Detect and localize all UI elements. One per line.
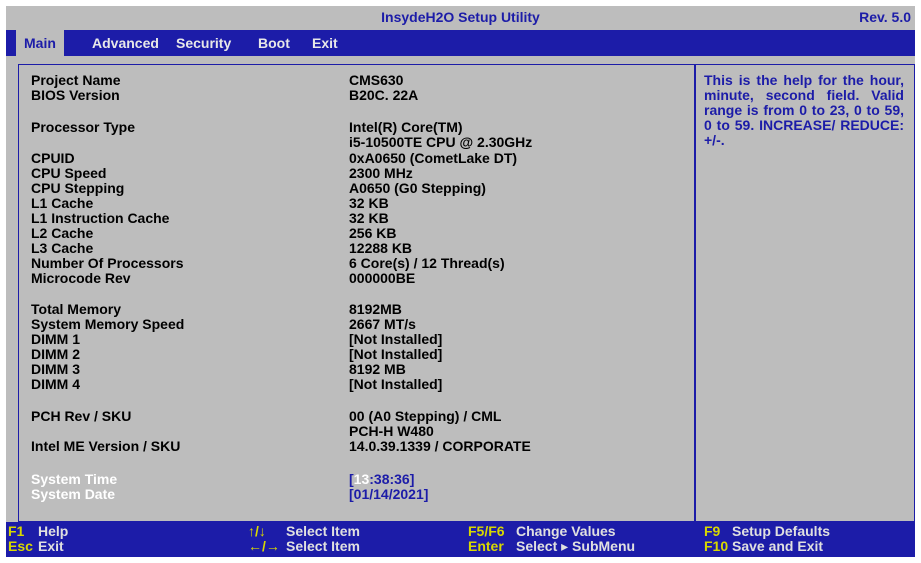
f9-desc: Setup Defaults [732,523,831,539]
pch-rev-value: 00 (A0 Stepping) / CML [349,408,502,424]
l1-cache-value: 32 KB [349,195,389,211]
updown-desc: Select Item [286,523,360,539]
f5f6-desc: Change Values [516,523,616,539]
leftright-key: ←/→ [248,538,280,554]
l1-instruction-cache-value: 32 KB [349,210,389,226]
dimm3-label: DIMM 3 [31,361,80,377]
system-time-label[interactable]: System Time [31,472,117,487]
system-time-hour[interactable]: 13 [354,471,370,487]
tab-main[interactable]: Main [16,30,64,56]
cpu-speed-label: CPU Speed [31,165,107,181]
f1-key: F1 [8,523,25,539]
system-time-field[interactable]: [13:38:36] [349,472,414,487]
tab-exit[interactable]: Exit [304,30,346,56]
key-legend: F1 Help Esc Exit ↑/↓ Select Item ←/→ Sel… [6,522,915,557]
processor-type-label: Processor Type [31,119,136,135]
f10-key: F10 [704,538,729,554]
dimm2-value: [Not Installed] [349,346,443,362]
main-panel: Project Name CMS630 BIOS Version B20C. 2… [18,64,695,522]
tab-boot[interactable]: Boot [250,30,298,56]
l3-cache-value: 12288 KB [349,240,413,256]
bios-version-value: B20C. 22A [349,87,419,103]
cpuid-label: CPUID [31,150,75,166]
dimm1-value: [Not Installed] [349,331,443,347]
updown-key: ↑/↓ [248,523,266,539]
dimm1-label: DIMM 1 [31,331,80,347]
f10-desc: Save and Exit [732,538,824,554]
project-name-label: Project Name [31,72,121,88]
revision-label: Rev. 5.0 [859,9,911,25]
esc-key: Esc [8,538,33,554]
pch-rev-label: PCH Rev / SKU [31,408,132,424]
l1-instruction-cache-label: L1 Instruction Cache [31,210,170,226]
cpuid-value: 0xA0650 (CometLake DT) [349,150,518,166]
system-memory-speed-value: 2667 MT/s [349,316,416,332]
esc-desc: Exit [38,538,64,554]
dimm2-label: DIMM 2 [31,346,80,362]
intel-me-label: Intel ME Version / SKU [31,438,181,454]
system-time-rest[interactable]: :38:36] [369,471,414,487]
total-memory-label: Total Memory [31,301,121,317]
pch-rev-value-line2: PCH-H W480 [349,423,434,439]
dimm4-value: [Not Installed] [349,376,443,392]
cpu-speed-value: 2300 MHz [349,165,413,181]
bios-version-label: BIOS Version [31,87,120,103]
f5f6-key: F5/F6 [468,523,505,539]
enter-desc: Select ▸ SubMenu [516,538,636,554]
total-memory-value: 8192MB [349,301,402,317]
microcode-rev-label: Microcode Rev [31,270,131,286]
system-date-label[interactable]: System Date [31,487,115,502]
l1-cache-label: L1 Cache [31,195,94,211]
dimm3-value: 8192 MB [349,361,406,377]
help-panel: This is the help for the hour, minute, s… [695,64,915,522]
intel-me-value: 14.0.39.1339 / CORPORATE [349,438,531,454]
processor-type-value: Intel(R) Core(TM) [349,119,463,135]
bios-window: InsydeH2O Setup Utility Rev. 5.0 Main Ad… [6,6,915,557]
l3-cache-label: L3 Cache [31,240,94,256]
processor-type-value-line2: i5-10500TE CPU @ 2.30GHz [349,134,533,150]
dimm4-label: DIMM 4 [31,376,80,392]
tab-advanced[interactable]: Advanced [84,30,167,56]
project-name-value: CMS630 [349,72,404,88]
f9-key: F9 [704,523,721,539]
app-title: InsydeH2O Setup Utility [381,9,540,25]
enter-key: Enter [468,538,504,554]
microcode-rev-value: 000000BE [349,270,416,286]
cpu-stepping-value: A0650 (G0 Stepping) [349,180,486,196]
l2-cache-value: 256 KB [349,225,397,241]
tab-security[interactable]: Security [168,30,239,56]
num-processors-value: 6 Core(s) / 12 Thread(s) [349,255,505,271]
system-date-field[interactable]: [01/14/2021] [349,487,428,502]
system-memory-speed-label: System Memory Speed [31,316,185,332]
help-text: This is the help for the hour, minute, s… [704,72,904,148]
f1-desc: Help [38,523,69,539]
title-bar: InsydeH2O Setup Utility Rev. 5.0 [6,6,915,30]
cpu-stepping-label: CPU Stepping [31,180,125,196]
leftright-desc: Select Item [286,538,360,554]
num-processors-label: Number Of Processors [31,255,184,271]
menu-bar: Main Advanced Security Boot Exit [6,30,915,56]
l2-cache-label: L2 Cache [31,225,94,241]
